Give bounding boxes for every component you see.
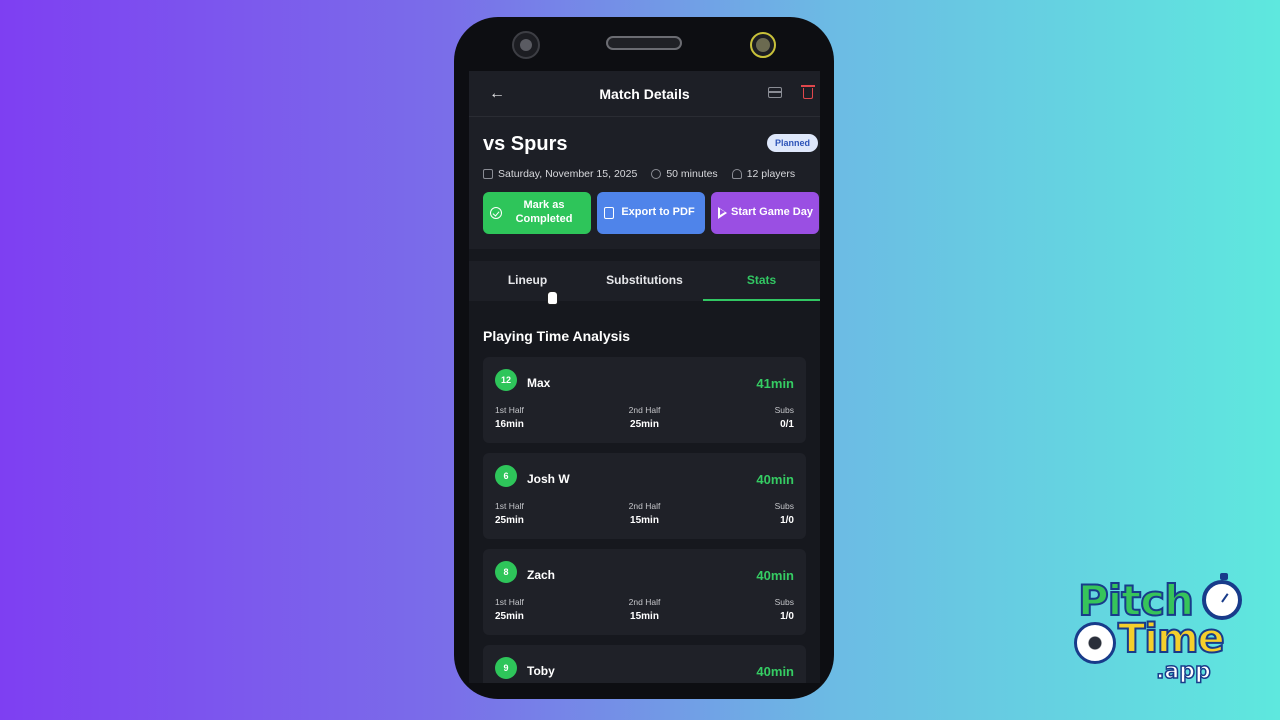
match-summary-card: vs Spurs Planned Saturday, November 15, … bbox=[469, 117, 820, 249]
subs-stat: Subs 0/1 bbox=[775, 405, 794, 430]
first-half-value: 25min bbox=[495, 515, 524, 526]
subs-label: Subs bbox=[774, 501, 794, 511]
play-icon bbox=[718, 207, 727, 219]
player-total-time: 40min bbox=[756, 568, 794, 583]
second-half-stat: 2nd Half 15min bbox=[629, 597, 661, 622]
player-name: Toby bbox=[527, 664, 555, 678]
player-number: 8 bbox=[495, 561, 517, 583]
player-card[interactable]: 8 Zach 40min 1st Half 25min 2nd Half 15m… bbox=[483, 549, 806, 635]
subs-label: Subs bbox=[774, 405, 794, 415]
tab-stats[interactable]: Stats bbox=[703, 261, 820, 301]
first-half-stat: 1st Half 25min bbox=[495, 501, 524, 526]
second-half-stat: 2nd Half 25min bbox=[629, 405, 661, 430]
match-opponent: vs Spurs bbox=[483, 133, 568, 155]
check-circle-icon bbox=[490, 207, 502, 219]
match-duration-text: 50 minutes bbox=[666, 168, 718, 180]
first-half-label: 1st Half bbox=[495, 405, 524, 415]
player-card[interactable]: 6 Josh W 40min 1st Half 25min 2nd Half 1… bbox=[483, 453, 806, 539]
player-name: Max bbox=[527, 376, 551, 390]
match-date: Saturday, November 15, 2025 bbox=[483, 168, 637, 180]
subs-stat: Subs 1/0 bbox=[775, 501, 794, 526]
subs-label: Subs bbox=[774, 597, 794, 607]
status-badge: Planned bbox=[766, 134, 818, 152]
player-total-time: 41min bbox=[756, 376, 794, 391]
second-half-value: 25min bbox=[630, 419, 659, 430]
match-players-text: 12 players bbox=[746, 168, 796, 180]
arrow-left-icon[interactable]: ← bbox=[487, 84, 507, 104]
speaker-grille bbox=[606, 36, 682, 50]
match-meta: Saturday, November 15, 2025 50 minutes 1… bbox=[483, 168, 809, 180]
soccer-ball-icon bbox=[1074, 622, 1116, 664]
tab-substitutions[interactable]: Substitutions bbox=[586, 261, 703, 301]
match-actions: Mark as Completed Export to PDF Start Ga… bbox=[483, 192, 819, 234]
tab-lineup[interactable]: Lineup bbox=[469, 261, 586, 301]
player-total-time: 40min bbox=[756, 664, 794, 679]
player-number: 12 bbox=[495, 369, 517, 391]
subs-value: 1/0 bbox=[780, 515, 794, 526]
mark-completed-button[interactable]: Mark as Completed bbox=[483, 192, 591, 234]
camera-icon bbox=[512, 31, 540, 59]
subs-value: 1/0 bbox=[780, 611, 794, 622]
tab-bar: Lineup Substitutions Stats bbox=[469, 261, 820, 301]
match-players: 12 players bbox=[731, 168, 796, 180]
player-list: 12 Max 41min 1st Half 16min 2nd Half 25m… bbox=[483, 357, 806, 683]
match-duration: 50 minutes bbox=[651, 168, 718, 180]
second-half-value: 15min bbox=[630, 611, 659, 622]
pitchtime-logo: Pitch Time .app bbox=[1072, 572, 1248, 692]
app-screen: ← Match Details vs Spurs Planned Saturda… bbox=[469, 71, 820, 683]
player-card[interactable]: 9 Toby 40min bbox=[483, 645, 806, 683]
export-pdf-label: Export to PDF bbox=[621, 206, 695, 219]
logo-word-time: Time bbox=[1117, 615, 1226, 663]
stopwatch-icon bbox=[1202, 573, 1242, 620]
clock-icon bbox=[651, 169, 662, 179]
second-half-value: 15min bbox=[630, 515, 659, 526]
player-total-time: 40min bbox=[756, 472, 794, 487]
first-half-stat: 1st Half 25min bbox=[495, 597, 524, 622]
first-half-stat: 1st Half 16min bbox=[495, 405, 524, 430]
export-pdf-button[interactable]: Export to PDF bbox=[597, 192, 705, 234]
trash-icon[interactable] bbox=[801, 85, 815, 99]
users-icon bbox=[731, 169, 742, 179]
phone-frame: ← Match Details vs Spurs Planned Saturda… bbox=[454, 17, 834, 699]
first-half-value: 16min bbox=[495, 419, 524, 430]
second-half-label: 2nd Half bbox=[628, 405, 661, 415]
second-half-label: 2nd Half bbox=[628, 501, 661, 511]
sensor-icon bbox=[750, 32, 776, 58]
file-download-icon bbox=[604, 207, 614, 219]
player-name: Zach bbox=[527, 568, 556, 582]
player-number: 9 bbox=[495, 657, 517, 679]
subs-value: 0/1 bbox=[780, 419, 794, 430]
first-half-label: 1st Half bbox=[495, 597, 524, 607]
player-card[interactable]: 12 Max 41min 1st Half 16min 2nd Half 25m… bbox=[483, 357, 806, 443]
second-half-label: 2nd Half bbox=[628, 597, 661, 607]
card-icon[interactable] bbox=[768, 87, 782, 98]
subs-stat: Subs 1/0 bbox=[775, 597, 794, 622]
start-game-day-button[interactable]: Start Game Day bbox=[711, 192, 819, 234]
top-app-bar: ← Match Details bbox=[469, 71, 820, 117]
first-half-label: 1st Half bbox=[495, 501, 524, 511]
first-half-value: 25min bbox=[495, 611, 524, 622]
start-game-day-label: Start Game Day bbox=[731, 206, 813, 219]
match-date-text: Saturday, November 15, 2025 bbox=[498, 168, 638, 180]
calendar-icon bbox=[483, 169, 493, 179]
player-number: 6 bbox=[495, 465, 517, 487]
logo-word-app: .app bbox=[1155, 658, 1211, 685]
player-name: Josh W bbox=[527, 472, 570, 486]
second-half-stat: 2nd Half 15min bbox=[629, 501, 661, 526]
section-title: Playing Time Analysis bbox=[483, 328, 631, 344]
